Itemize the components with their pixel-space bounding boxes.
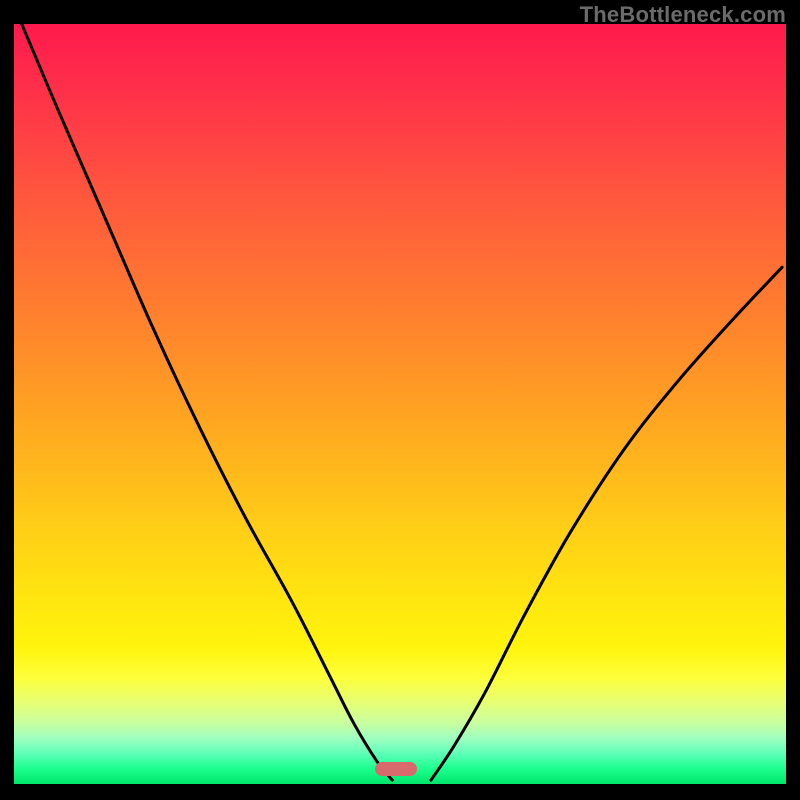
bottleneck-curve	[14, 24, 786, 784]
chart-frame: TheBottleneck.com	[0, 0, 800, 800]
valley-marker	[375, 762, 417, 776]
curve-right-branch	[431, 267, 782, 780]
curve-left-branch	[22, 24, 393, 780]
watermark-text: TheBottleneck.com	[580, 2, 786, 28]
plot-area	[14, 24, 786, 784]
